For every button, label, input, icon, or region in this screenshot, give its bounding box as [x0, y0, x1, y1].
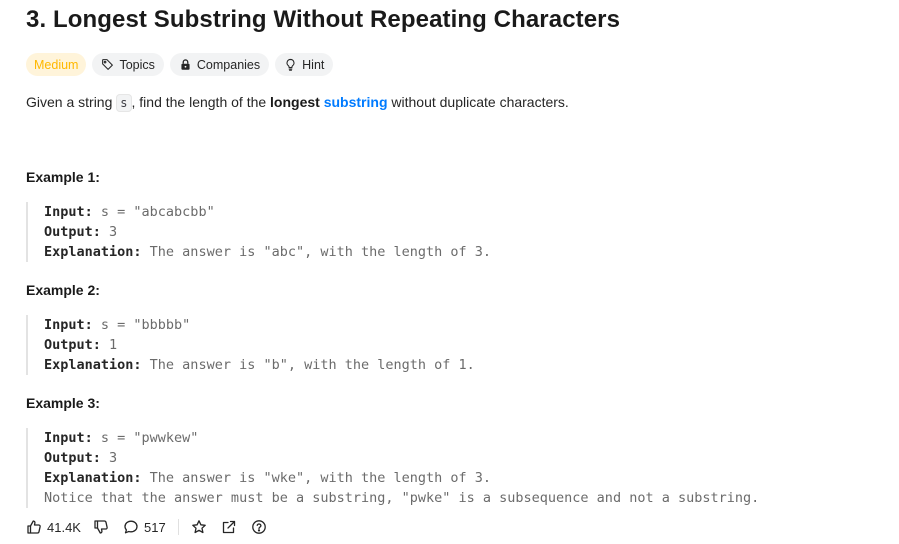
input-label: Input: [44, 317, 101, 333]
topics-button[interactable]: Topics [92, 53, 164, 76]
example-output-line: Output: 3 [44, 222, 491, 242]
input-value: s = "bbbbb" [100, 317, 191, 333]
explanation-label: Explanation: [44, 357, 150, 373]
help-button[interactable] [251, 519, 267, 535]
example-input-line: Input: s = "pwwkew" [44, 428, 759, 448]
example-output-line: Output: 3 [44, 448, 759, 468]
problem-footer-actions: 41.4K 517 [26, 514, 267, 540]
companies-label: Companies [196, 57, 261, 72]
output-value: 3 [109, 450, 118, 466]
statement-text: Given a string [26, 94, 117, 110]
help-icon [251, 520, 266, 534]
lightbulb-icon [286, 58, 295, 71]
comment-icon [124, 520, 138, 534]
problem-statement: Given a string s, find the length of the… [26, 94, 569, 112]
tag-bar: Medium Topics Companies Hint [26, 53, 334, 76]
inline-code-s: s [116, 94, 132, 112]
example-block: Input: s = "pwwkew" Output: 3 Explanation:… [26, 428, 759, 508]
lock-icon [181, 59, 190, 70]
example-explanation-line: Explanation: The answer is "wke", with t… [44, 468, 759, 488]
footer-divider [177, 519, 179, 535]
share-button[interactable] [221, 519, 237, 535]
tag-icon [102, 59, 114, 70]
example-note-line: Notice that the answer must be a substri… [44, 490, 760, 506]
difficulty-badge: Medium [26, 53, 87, 76]
statement-text: , find the length of the [131, 94, 271, 110]
output-label: Output: [44, 337, 110, 353]
companies-button[interactable]: Companies [169, 53, 270, 76]
example-title: Example 2: [26, 282, 100, 298]
output-label: Output: [44, 450, 110, 466]
like-button[interactable]: 41.4K [26, 519, 81, 535]
output-label: Output: [44, 224, 110, 240]
example-explanation-line: Explanation: The answer is "b", with the… [44, 355, 475, 375]
example-input-line: Input: s = "abcabcbb" [44, 202, 491, 222]
example-input-line: Input: s = "bbbbb" [44, 315, 475, 335]
example-title: Example 1: [26, 169, 100, 185]
substring-link[interactable]: substring [324, 94, 388, 110]
input-value: s = "pwwkew" [100, 430, 199, 446]
explanation-value: The answer is "b", with the length of 1. [149, 357, 475, 373]
input-value: s = "abcabcbb" [100, 204, 215, 220]
like-count: 41.4K [47, 519, 81, 535]
explanation-label: Explanation: [44, 470, 150, 486]
statement-bold: longest [270, 94, 320, 110]
output-value: 3 [109, 224, 118, 240]
thumbs-down-icon [94, 520, 108, 534]
share-icon [222, 520, 235, 534]
input-label: Input: [44, 430, 101, 446]
example-block: Input: s = "bbbbb" Output: 1 Explanation: … [26, 315, 475, 375]
explanation-label: Explanation: [44, 244, 150, 260]
hint-label: Hint [302, 57, 325, 72]
example-output-line: Output: 1 [44, 335, 475, 355]
explanation-value: The answer is "wke", with the length of … [149, 470, 492, 486]
star-icon [191, 520, 206, 534]
problem-title[interactable]: 3. Longest Substring Without Repeating C… [26, 6, 620, 34]
difficulty-label: Medium [34, 57, 79, 72]
input-label: Input: [44, 204, 101, 220]
statement-text: without duplicate characters. [387, 94, 569, 110]
explanation-value: The answer is "abc", with the length of … [149, 244, 492, 260]
problem-description-panel: 3. Longest Substring Without Repeating C… [26, 0, 899, 544]
comment-count: 517 [143, 519, 166, 535]
hint-button[interactable]: Hint [275, 53, 334, 76]
output-value: 1 [109, 337, 118, 353]
comments-button[interactable]: 517 [123, 519, 166, 535]
example-explanation-line: Explanation: The answer is "abc", with t… [44, 242, 491, 262]
favorite-button[interactable] [191, 519, 207, 535]
example-title: Example 3: [26, 395, 100, 411]
topics-label: Topics [119, 57, 155, 72]
example-block: Input: s = "abcabcbb" Output: 3 Explanatio… [26, 202, 491, 262]
dislike-button[interactable] [93, 519, 109, 535]
thumbs-up-icon [27, 520, 41, 534]
